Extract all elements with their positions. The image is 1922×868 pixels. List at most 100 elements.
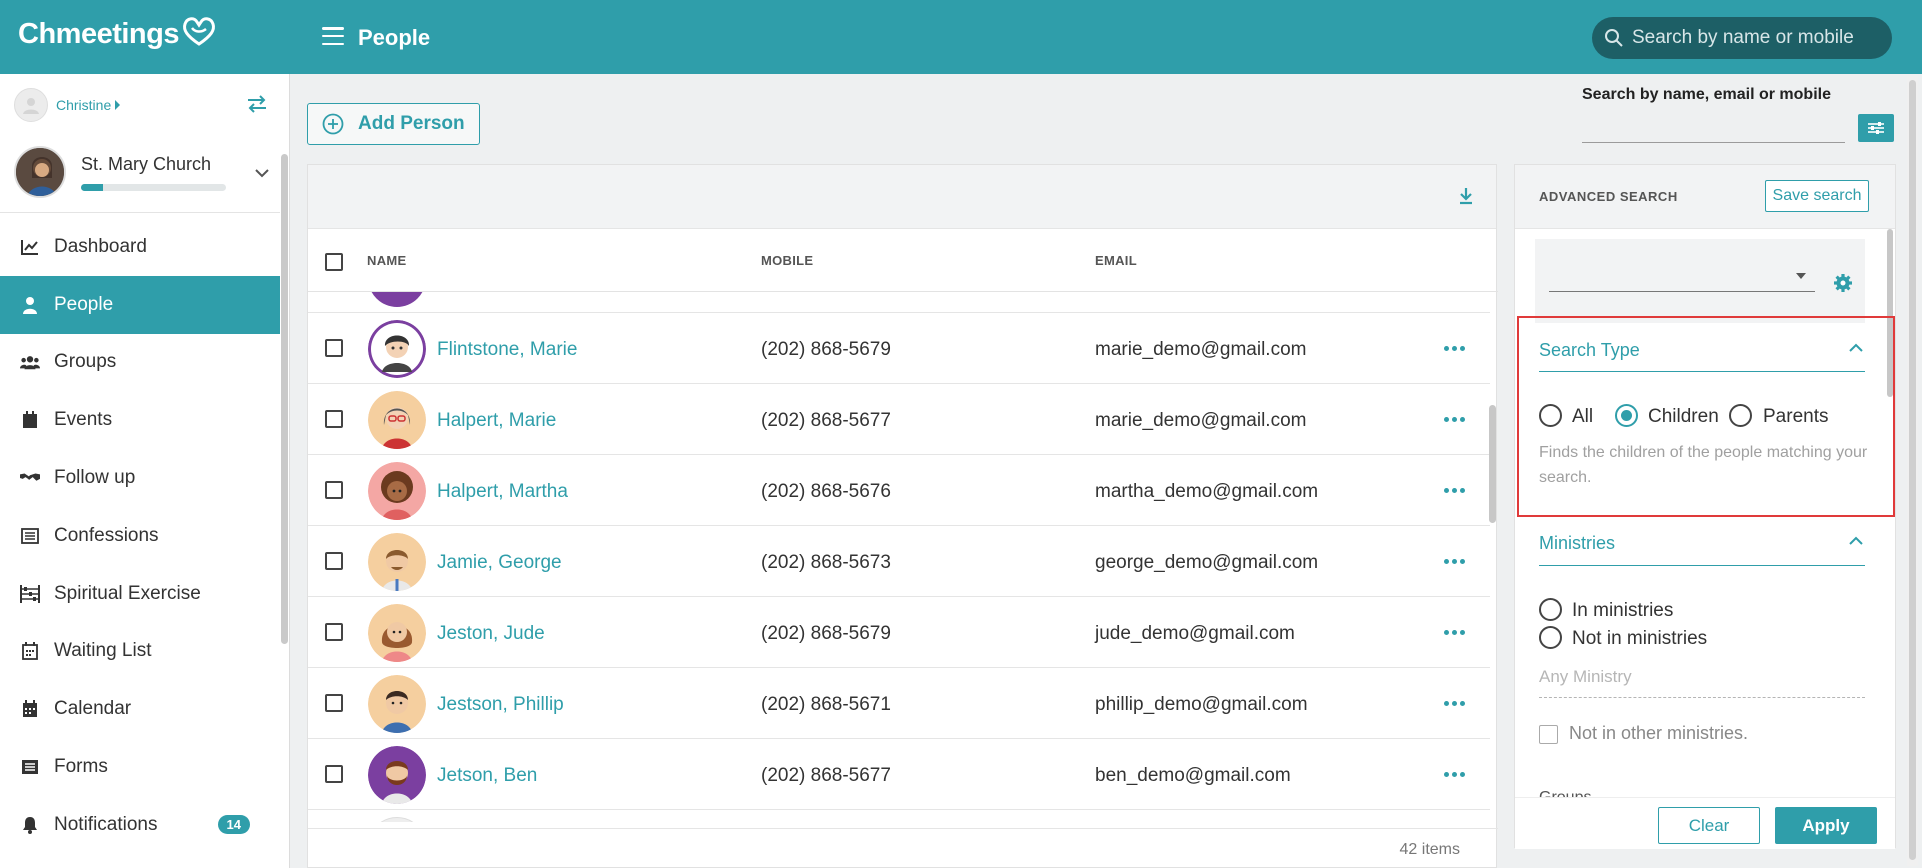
church-selector[interactable]: St. Mary Church: [14, 146, 276, 206]
avatar: [368, 320, 426, 378]
more-actions-icon[interactable]: [1444, 701, 1465, 706]
sidebar-item-people[interactable]: People: [0, 275, 280, 334]
download-icon[interactable]: [1458, 187, 1474, 205]
swap-icon[interactable]: [246, 94, 268, 114]
more-actions-icon[interactable]: [1444, 772, 1465, 777]
saved-search-select[interactable]: [1535, 239, 1865, 323]
gear-icon[interactable]: [1833, 273, 1853, 293]
save-search-button[interactable]: Save search: [1765, 180, 1869, 212]
person-email: marie_demo@gmail.com: [1095, 410, 1307, 431]
table-row[interactable]: [308, 292, 1490, 313]
person-mobile: (202) 868-5673: [761, 552, 891, 573]
ministry-select[interactable]: Any Ministry: [1539, 667, 1632, 687]
advanced-search-header: ADVANCED SEARCH Save search: [1515, 165, 1895, 229]
column-name[interactable]: NAME: [367, 253, 406, 268]
user-placeholder-icon: [23, 98, 39, 114]
person-email: martha_demo@gmail.com: [1095, 481, 1319, 502]
add-person-button[interactable]: Add Person: [307, 103, 480, 145]
person-email: ben_demo@gmail.com: [1095, 765, 1291, 786]
table-scrollbar[interactable]: [1489, 405, 1496, 523]
radio-in-ministries[interactable]: [1539, 598, 1562, 621]
table-toolbar: [308, 165, 1496, 229]
global-search-input[interactable]: Search by name or mobile: [1592, 17, 1892, 59]
sidebar-item-spiritual-exercise[interactable]: Spiritual Exercise: [0, 565, 280, 623]
sidebar-item-follow-up[interactable]: Follow up: [0, 449, 280, 507]
avatar: [368, 533, 426, 591]
row-checkbox[interactable]: [325, 765, 343, 783]
chart-icon: [20, 237, 40, 257]
table-row[interactable]: Jetson, Ben (202) 868-5677 ben_demo@gmai…: [308, 739, 1490, 810]
table-row[interactable]: [308, 810, 1490, 822]
row-checkbox[interactable]: [325, 339, 343, 357]
more-actions-icon[interactable]: [1444, 417, 1465, 422]
menu-toggle-icon[interactable]: [322, 27, 344, 45]
page-scrollbar[interactable]: [1907, 76, 1918, 866]
select-all-checkbox[interactable]: [325, 253, 343, 271]
more-actions-icon[interactable]: [1444, 630, 1465, 635]
more-actions-icon[interactable]: [1444, 346, 1465, 351]
radio-in-ministries-label: In ministries: [1572, 600, 1674, 621]
person-email: george_demo@gmail.com: [1095, 552, 1319, 573]
form-icon: [20, 757, 40, 777]
person-email: phillip_demo@gmail.com: [1095, 694, 1308, 715]
caret-down-icon: [1796, 273, 1806, 279]
sidebar-item-notifications[interactable]: Notifications 14: [0, 796, 280, 854]
person-email: marie_demo@gmail.com: [1095, 339, 1307, 360]
sidebar-item-calendar[interactable]: Calendar: [0, 680, 280, 738]
sidebar-item-waiting-list[interactable]: Waiting List: [0, 623, 280, 681]
people-search-input[interactable]: [1582, 142, 1845, 143]
avatar: [368, 817, 426, 822]
sidebar-item-events[interactable]: Events: [0, 391, 280, 449]
app-logo[interactable]: Chmeetings: [18, 16, 217, 51]
church-avatar: [14, 146, 66, 198]
ministries-title[interactable]: Ministries: [1539, 533, 1615, 554]
table-row[interactable]: Halpert, Marie (202) 868-5677 marie_demo…: [308, 384, 1490, 455]
row-checkbox[interactable]: [325, 694, 343, 712]
notification-badge: 14: [217, 815, 250, 835]
more-actions-icon[interactable]: [1444, 559, 1465, 564]
calendar-icon: [20, 410, 40, 430]
person-name-link[interactable]: Jeston, Jude: [437, 623, 545, 645]
sidebar-item-dashboard[interactable]: Dashboard: [0, 218, 280, 276]
person-icon: [20, 295, 40, 315]
page-title: People: [358, 25, 431, 50]
filter-settings-button[interactable]: [1858, 114, 1894, 142]
radio-not-in-ministries[interactable]: [1539, 626, 1562, 649]
column-email[interactable]: EMAIL: [1095, 253, 1137, 268]
person-name-link[interactable]: Jetson, Ben: [437, 765, 537, 787]
row-checkbox[interactable]: [325, 552, 343, 570]
row-checkbox[interactable]: [325, 410, 343, 428]
sidebar-item-confessions[interactable]: Confessions: [0, 507, 280, 565]
sidebar-item-forms[interactable]: Forms: [0, 738, 280, 796]
person-name-link[interactable]: Halpert, Martha: [437, 481, 568, 503]
chevron-down-icon[interactable]: [254, 168, 270, 178]
table-row[interactable]: Jeston, Jude (202) 868-5679 jude_demo@gm…: [308, 597, 1490, 668]
not-other-ministries-checkbox[interactable]: [1539, 725, 1558, 744]
clear-button[interactable]: Clear: [1658, 807, 1760, 844]
person-mobile: (202) 868-5679: [761, 623, 891, 644]
sidebar-item-groups[interactable]: Groups: [0, 334, 280, 392]
table-row[interactable]: Flintstone, Marie (202) 868-5679 marie_d…: [308, 313, 1490, 384]
table-row[interactable]: Halpert, Martha (202) 868-5676 martha_de…: [308, 455, 1490, 526]
plus-circle-icon: [322, 113, 344, 135]
church-name: St. Mary Church: [81, 154, 212, 174]
sidebar-scrollbar[interactable]: [281, 154, 288, 644]
not-other-ministries-label: Not in other ministries.: [1569, 723, 1749, 743]
person-name-link[interactable]: Flintstone, Marie: [437, 339, 577, 361]
more-actions-icon[interactable]: [1444, 488, 1465, 493]
sidebar-nav: Dashboard People Groups Events Follow up…: [0, 218, 280, 854]
person-name-link[interactable]: Jestson, Phillip: [437, 694, 564, 716]
table-row[interactable]: Jamie, George (202) 868-5673 george_demo…: [308, 526, 1490, 597]
user-switcher[interactable]: Christine: [14, 88, 121, 122]
apply-button[interactable]: Apply: [1775, 807, 1877, 844]
row-checkbox[interactable]: [325, 481, 343, 499]
avatar: [368, 292, 426, 307]
calendar-icon: [20, 699, 40, 719]
chevron-up-icon[interactable]: [1849, 536, 1863, 545]
person-name-link[interactable]: Jamie, George: [437, 552, 562, 574]
person-name-link[interactable]: Halpert, Marie: [437, 410, 556, 432]
table-row[interactable]: Jestson, Phillip (202) 868-5671 phillip_…: [308, 668, 1490, 739]
row-checkbox[interactable]: [325, 623, 343, 641]
column-mobile[interactable]: MOBILE: [761, 253, 813, 268]
abacus-icon: [20, 584, 40, 604]
